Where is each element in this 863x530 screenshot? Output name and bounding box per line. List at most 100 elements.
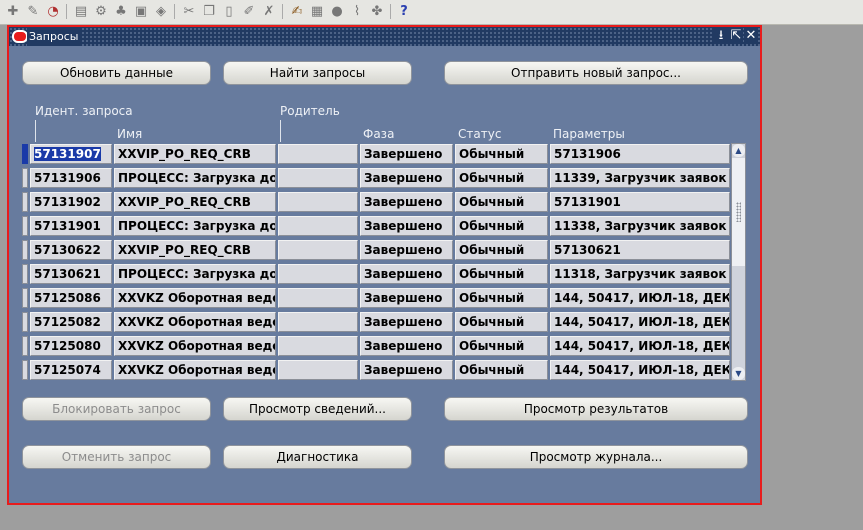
next-step-icon[interactable]: ⚙ (92, 3, 110, 21)
switch-responsibility-icon[interactable]: ♣ (112, 3, 130, 21)
view-output-button[interactable]: Просмотр результатов (444, 397, 748, 421)
status-cell[interactable]: Обычный (455, 288, 548, 308)
status-cell[interactable]: Обычный (455, 336, 548, 356)
parameters-cell[interactable]: 57131901 (550, 192, 730, 212)
name-cell[interactable]: XXVIP_PO_REQ_CRB (114, 144, 276, 164)
view-log-button[interactable]: Просмотр журнала... (444, 445, 748, 469)
maximize-icon[interactable]: ⇱ (729, 28, 743, 44)
window-titlebar[interactable]: Запросы ⭳ ⇱ ✕ (9, 27, 760, 46)
view-details-button[interactable]: Просмотр сведений... (223, 397, 412, 421)
parent-cell[interactable] (278, 312, 358, 332)
phase-cell[interactable]: Завершено (360, 192, 453, 212)
parent-cell[interactable] (278, 144, 358, 164)
translations-icon[interactable]: ● (328, 3, 346, 21)
phase-cell[interactable]: Завершено (360, 360, 453, 380)
request-id-cell[interactable]: 57131907 (30, 144, 112, 164)
request-id-cell[interactable]: 57125074 (30, 360, 112, 380)
edit-field-icon[interactable]: ✍ (288, 3, 306, 21)
parent-cell[interactable] (278, 264, 358, 284)
zoom-icon[interactable]: ▦ (308, 3, 326, 21)
row-selector[interactable] (22, 192, 28, 212)
row-selector[interactable] (22, 312, 28, 332)
status-cell[interactable]: Обычный (455, 240, 548, 260)
save-icon[interactable]: ▤ (72, 3, 90, 21)
request-id-cell[interactable]: 57130621 (30, 264, 112, 284)
parameters-cell[interactable]: 11338, Загрузчик заявок на (550, 216, 730, 236)
parameters-cell[interactable]: 144, 50417, ИЮЛ-18, ДЕК-20, (550, 336, 730, 356)
phase-cell[interactable]: Завершено (360, 288, 453, 308)
parent-cell[interactable] (278, 192, 358, 212)
cancel-request-button[interactable]: Отменить запрос (22, 445, 211, 469)
name-cell[interactable]: XXVIP_PO_REQ_CRB (114, 192, 276, 212)
row-selector[interactable] (22, 240, 28, 260)
paste-icon[interactable]: ▯ (220, 3, 238, 21)
phase-cell[interactable]: Завершено (360, 216, 453, 236)
attachments-icon[interactable]: ⌇ (348, 3, 366, 21)
row-selector-active[interactable] (22, 144, 28, 164)
refresh-button[interactable]: Обновить данные (22, 61, 211, 85)
minimize-icon[interactable]: ⭳ (714, 28, 728, 44)
row-selector[interactable] (22, 360, 28, 380)
request-id-cell[interactable]: 57131901 (30, 216, 112, 236)
row-selector[interactable] (22, 336, 28, 356)
scroll-down-icon[interactable]: ▼ (732, 367, 745, 380)
status-cell[interactable]: Обычный (455, 312, 548, 332)
new-icon[interactable]: ✚ (4, 3, 22, 21)
delete-record-icon[interactable]: ✗ (260, 3, 278, 21)
status-cell[interactable]: Обычный (455, 168, 548, 188)
name-cell[interactable]: XXVKZ Оборотная ведо (114, 312, 276, 332)
status-cell[interactable]: Обычный (455, 216, 548, 236)
table-scrollbar[interactable]: ▲ ▼ (731, 143, 746, 381)
parent-cell[interactable] (278, 360, 358, 380)
name-cell[interactable]: ПРОЦЕСС: Загрузка док (114, 168, 276, 188)
parent-cell[interactable] (278, 168, 358, 188)
folder-tools-icon[interactable]: ✤ (368, 3, 386, 21)
scroll-up-icon[interactable]: ▲ (732, 144, 745, 157)
submit-new-request-button[interactable]: Отправить новый запрос... (444, 61, 748, 85)
print-icon[interactable]: ▣ (132, 3, 150, 21)
request-id-cell[interactable]: 57130622 (30, 240, 112, 260)
parameters-cell[interactable]: 57130621 (550, 240, 730, 260)
close-icon[interactable]: ✕ (744, 28, 758, 44)
hold-request-button[interactable]: Блокировать запрос (22, 397, 211, 421)
parent-cell[interactable] (278, 216, 358, 236)
name-cell[interactable]: XXVKZ Оборотная ведо (114, 360, 276, 380)
phase-cell[interactable]: Завершено (360, 336, 453, 356)
request-id-cell[interactable]: 57131906 (30, 168, 112, 188)
phase-cell[interactable]: Завершено (360, 168, 453, 188)
request-id-cell[interactable]: 57125080 (30, 336, 112, 356)
parent-cell[interactable] (278, 240, 358, 260)
request-id-cell[interactable]: 57125086 (30, 288, 112, 308)
copy-icon[interactable]: ❐ (200, 3, 218, 21)
name-cell[interactable]: XXVIP_PO_REQ_CRB (114, 240, 276, 260)
name-cell[interactable]: ПРОЦЕСС: Загрузка док (114, 264, 276, 284)
parameters-cell[interactable]: 11318, Загрузчик заявок на (550, 264, 730, 284)
status-cell[interactable]: Обычный (455, 144, 548, 164)
search-icon[interactable]: ✎ (24, 3, 42, 21)
name-cell[interactable]: XXVKZ Оборотная ведо (114, 336, 276, 356)
phase-cell[interactable]: Завершено (360, 240, 453, 260)
status-cell[interactable]: Обычный (455, 192, 548, 212)
name-cell[interactable]: ПРОЦЕСС: Загрузка док (114, 216, 276, 236)
name-cell[interactable]: XXVKZ Оборотная ведо (114, 288, 276, 308)
scroll-thumb[interactable] (732, 158, 745, 266)
parameters-cell[interactable]: 144, 50417, ИЮЛ-18, ДЕК-20, (550, 312, 730, 332)
parameters-cell[interactable]: 144, 50417, ИЮЛ-18, ДЕК-20, (550, 288, 730, 308)
close-form-icon[interactable]: ◈ (152, 3, 170, 21)
request-id-cell[interactable]: 57125082 (30, 312, 112, 332)
phase-cell[interactable]: Завершено (360, 312, 453, 332)
parameters-cell[interactable]: 57131906 (550, 144, 730, 164)
request-id-cell[interactable]: 57131902 (30, 192, 112, 212)
parameters-cell[interactable]: 144, 50417, ИЮЛ-18, ДЕК-20, (550, 360, 730, 380)
find-requests-button[interactable]: Найти запросы (223, 61, 412, 85)
help-icon[interactable]: ? (395, 3, 413, 21)
row-selector[interactable] (22, 216, 28, 236)
status-cell[interactable]: Обычный (455, 360, 548, 380)
row-selector[interactable] (22, 288, 28, 308)
cut-icon[interactable]: ✂ (180, 3, 198, 21)
diagnostics-button[interactable]: Диагностика (223, 445, 412, 469)
parent-cell[interactable] (278, 336, 358, 356)
row-selector[interactable] (22, 264, 28, 284)
parent-cell[interactable] (278, 288, 358, 308)
status-cell[interactable]: Обычный (455, 264, 548, 284)
